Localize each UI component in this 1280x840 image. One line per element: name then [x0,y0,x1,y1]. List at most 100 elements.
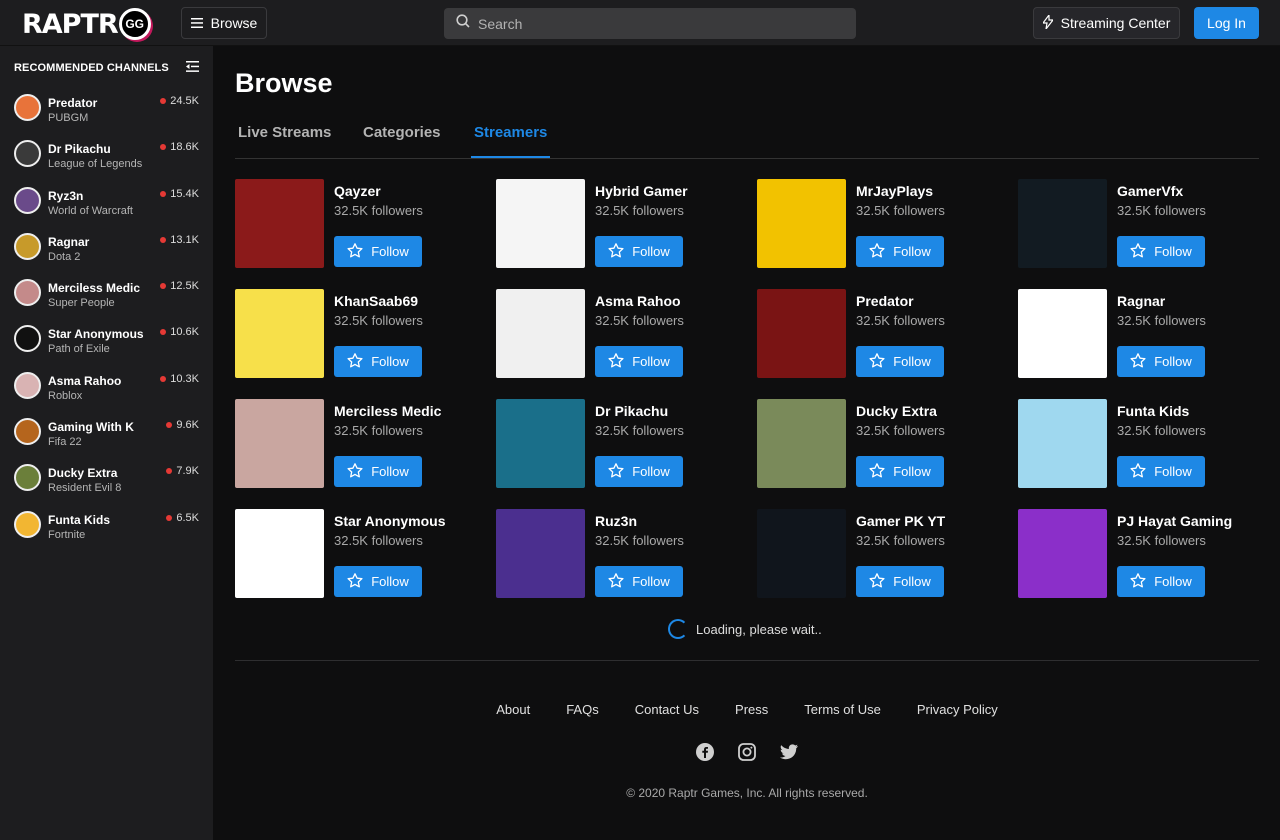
streamer-name[interactable]: Star Anonymous [334,513,446,529]
twitter-icon[interactable] [779,742,799,762]
top-bar: RAPTR GG Browse Streaming Center Log In [0,0,1280,46]
follow-button[interactable]: Follow [1117,236,1205,267]
streamer-name[interactable]: GamerVfx [1117,183,1183,199]
streamer-avatar[interactable] [757,399,846,488]
streamer-avatar[interactable] [496,399,585,488]
collapse-sidebar-icon[interactable] [186,61,199,75]
follow-button[interactable]: Follow [1117,346,1205,377]
sidebar-channel-item[interactable]: Ryz3n World of Warcraft 15.4K [0,183,213,229]
streamer-avatar[interactable] [496,289,585,378]
raptr-logo[interactable]: RAPTR GG [22,8,151,40]
follow-button[interactable]: Follow [1117,456,1205,487]
streaming-center-button[interactable]: Streaming Center [1033,7,1180,39]
footer-link-press[interactable]: Press [735,702,768,717]
streamer-name[interactable]: PJ Hayat Gaming [1117,513,1232,529]
streamer-avatar[interactable] [1018,289,1107,378]
follow-button[interactable]: Follow [595,566,683,597]
streamer-followers: 32.5K followers [595,423,684,438]
streamer-avatar[interactable] [1018,509,1107,598]
channel-name: Ryz3n [48,188,84,203]
streamer-avatar[interactable] [235,399,324,488]
streamer-name[interactable]: Gamer PK YT [856,513,945,529]
streamer-name[interactable]: Qayzer [334,183,381,199]
sidebar-channel-item[interactable]: Gaming With K Fifa 22 9.6K [0,414,213,460]
channel-game: Fifa 22 [48,436,82,449]
footer-link-terms[interactable]: Terms of Use [804,702,881,717]
streamer-name[interactable]: Ducky Extra [856,403,937,419]
facebook-icon[interactable] [695,742,715,762]
streamer-avatar[interactable] [1018,179,1107,268]
channel-avatar [14,464,41,492]
streamer-avatar[interactable] [235,179,324,268]
follow-button[interactable]: Follow [856,566,944,597]
streamer-name[interactable]: Merciless Medic [334,403,441,419]
follow-button[interactable]: Follow [856,346,944,377]
streamer-name[interactable]: MrJayPlays [856,183,933,199]
streamer-avatar[interactable] [1018,399,1107,488]
sidebar-channel-item[interactable]: Funta Kids Fortnite 6.5K [0,507,213,553]
browse-button[interactable]: Browse [181,7,267,39]
star-icon [608,572,624,591]
follow-button[interactable]: Follow [334,346,422,377]
footer-link-faqs[interactable]: FAQs [566,702,599,717]
sidebar-channel-item[interactable]: Asma Rahoo Roblox 10.3K [0,368,213,414]
sidebar-channel-item[interactable]: Ragnar Dota 2 13.1K [0,229,213,275]
footer-links: About FAQs Contact Us Press Terms of Use… [235,702,1259,717]
streamer-name[interactable]: Funta Kids [1117,403,1189,419]
streamer-card: Ragnar 32.5K followers Follow [1018,289,1258,379]
streamer-name[interactable]: Dr Pikachu [595,403,668,419]
follow-label: Follow [632,354,670,369]
streamer-followers: 32.5K followers [1117,203,1206,218]
search-input[interactable] [478,15,838,32]
login-button[interactable]: Log In [1194,7,1259,39]
footer-link-privacy[interactable]: Privacy Policy [917,702,998,717]
search-bar[interactable] [444,8,856,39]
channel-avatar [14,232,41,260]
streamer-avatar[interactable] [757,509,846,598]
streamer-name[interactable]: Ragnar [1117,293,1165,309]
follow-button[interactable]: Follow [595,456,683,487]
streamer-followers: 32.5K followers [856,313,945,328]
streamer-card: Gamer PK YT 32.5K followers Follow [757,509,997,599]
streamer-name[interactable]: KhanSaab69 [334,293,418,309]
footer-link-about[interactable]: About [496,702,530,717]
tab-categories[interactable]: Categories [360,124,444,158]
sidebar: RECOMMENDED CHANNELS Predator PUBGM 24.5K D… [0,46,213,840]
streamer-name[interactable]: Asma Rahoo [595,293,681,309]
follow-button[interactable]: Follow [1117,566,1205,597]
streamer-followers: 32.5K followers [334,533,423,548]
streamer-avatar[interactable] [235,289,324,378]
streamer-name[interactable]: Ruz3n [595,513,637,529]
follow-label: Follow [1154,464,1192,479]
follow-button[interactable]: Follow [595,346,683,377]
sidebar-channel-item[interactable]: Dr Pikachu League of Legends 18.6K [0,136,213,182]
footer-link-contact-us[interactable]: Contact Us [635,702,699,717]
follow-button[interactable]: Follow [334,566,422,597]
sidebar-channel-item[interactable]: Ducky Extra Resident Evil 8 7.9K [0,460,213,506]
follow-button[interactable]: Follow [856,236,944,267]
viewer-count: 13.1K [160,234,199,246]
streamer-avatar[interactable] [496,509,585,598]
streamer-followers: 32.5K followers [595,313,684,328]
streamer-avatar[interactable] [757,179,846,268]
channel-game: Dota 2 [48,250,81,263]
streamer-avatar[interactable] [496,179,585,268]
sidebar-channel-item[interactable]: Predator PUBGM 24.5K [0,90,213,136]
streamer-name[interactable]: Predator [856,293,914,309]
sidebar-channel-item[interactable]: Merciless Medic Super People 12.5K [0,275,213,321]
follow-button[interactable]: Follow [595,236,683,267]
recommended-channels-list: Predator PUBGM 24.5K Dr Pikachu League of Le… [0,90,213,553]
streamer-avatar[interactable] [757,289,846,378]
streamer-followers: 32.5K followers [334,313,423,328]
streamer-followers: 32.5K followers [334,203,423,218]
sidebar-channel-item[interactable]: Star Anonymous Path of Exile 10.6K [0,321,213,367]
streamer-avatar[interactable] [235,509,324,598]
follow-button[interactable]: Follow [856,456,944,487]
instagram-icon[interactable] [737,742,757,762]
tab-streamers[interactable]: Streamers [471,124,551,158]
tab-live-streams[interactable]: Live Streams [235,124,334,158]
star-icon [608,352,624,371]
follow-button[interactable]: Follow [334,456,422,487]
follow-button[interactable]: Follow [334,236,422,267]
streamer-name[interactable]: Hybrid Gamer [595,183,688,199]
